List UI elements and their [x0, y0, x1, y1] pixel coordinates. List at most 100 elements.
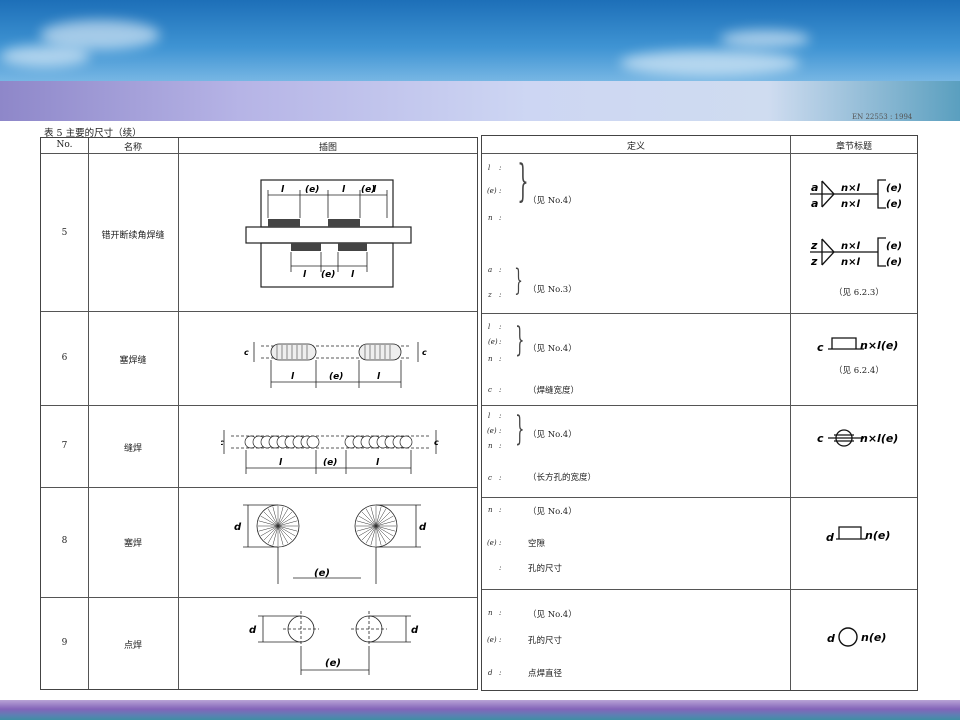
symbol-text: n×l [841, 183, 860, 194]
footer-band [0, 700, 960, 720]
def-text: （见 No.4） [528, 344, 577, 354]
figure-label: c [244, 348, 249, 357]
header-section: 章节标题 [835, 142, 872, 152]
def-text: （长方孔的宽度） [528, 473, 597, 483]
figure-label: l [376, 458, 380, 468]
row-no: 6 [61, 353, 68, 363]
plug-weld-symbol: d n(e) [826, 526, 890, 544]
header-figure: 插图 [318, 143, 337, 153]
def-text: （见 No.4） [528, 196, 577, 206]
seam-weld-figure: c c l (e) l [221, 430, 439, 474]
row-name: 塞焊缝 [119, 356, 147, 366]
figure-label: (e) [305, 185, 319, 195]
left-table: No. 名称 插图 5 错开断续角焊缝 6 塞焊缝 7 缝焊 8 塞焊 9 点焊 [40, 137, 478, 690]
header-definition: 定义 [626, 142, 645, 152]
row-name: 点焊 [123, 641, 142, 651]
figure-label: c [422, 348, 427, 357]
slot-weld-figure: c c l (e) l [244, 342, 427, 388]
def-symbol: l [488, 412, 491, 420]
symbol-text: a [811, 197, 818, 210]
figure-label: l [377, 372, 381, 382]
figure-label: (e) [314, 568, 330, 579]
def-text: 孔的尺寸 [528, 564, 563, 574]
def-symbol: l [488, 164, 491, 172]
figure-label: d [411, 625, 419, 636]
spot-weld-figure: d d (e) [249, 611, 419, 675]
figure-label: l [281, 185, 285, 195]
def-symbol: n [488, 214, 493, 222]
section-ref: （见 6.2.4） [834, 366, 884, 376]
def-text: （焊缝宽度） [528, 386, 580, 396]
row-no: 9 [61, 638, 68, 648]
symbol-prefix: c [817, 341, 824, 354]
def-text: （见 No.3） [528, 285, 577, 295]
figure-label: (e) [321, 270, 335, 280]
symbol-text: (e) [886, 183, 902, 194]
def-text: 点焊直径 [528, 669, 563, 679]
def-symbol: (e) [487, 539, 497, 547]
def-symbol: n [488, 506, 493, 514]
def-symbol: c [488, 474, 492, 482]
symbol-prefix: c [817, 432, 824, 445]
sky-banner [0, 0, 960, 86]
symbol-text: n×l [841, 199, 860, 210]
def-symbol: c [488, 386, 492, 394]
header-band [0, 81, 960, 121]
def-text: 孔的尺寸 [528, 636, 563, 646]
def-symbol: l [488, 323, 491, 331]
document-code: EN 22553 : 1994 [852, 113, 913, 121]
plug-weld-figure: d d (e) [234, 504, 427, 584]
symbol-prefix: d [826, 531, 834, 544]
symbol-text: a [811, 181, 818, 194]
figure-label: (e) [325, 658, 341, 669]
figure-label: l [373, 185, 377, 195]
symbol-text: n×l(e) [860, 339, 898, 352]
figure-label: d [234, 522, 242, 533]
row-no: 8 [61, 536, 68, 546]
def-symbol: (e) [487, 636, 497, 644]
symbol-text: n(e) [865, 529, 890, 542]
symbol-prefix: d [827, 632, 835, 645]
def-text: （见 No.4） [528, 610, 577, 620]
figure-label: l [342, 185, 346, 195]
symbol-text: z [810, 239, 818, 252]
weld-symbol-staggered-a: a a n×l n×l (e) (e) [810, 179, 902, 210]
right-table: 定义 章节标题 l : (e) : n : } （见 No.4） a : z :… [481, 135, 918, 691]
def-symbol: z [488, 291, 492, 299]
weld-symbol-staggered-z: z z n×l n×l (e) (e) [810, 237, 902, 268]
symbol-text: (e) [886, 257, 902, 268]
figure-label: l [351, 270, 355, 280]
figure-label: (e) [329, 372, 343, 382]
symbol-text: (e) [886, 241, 902, 252]
row-no: 7 [61, 441, 68, 451]
def-symbol: (e) [487, 427, 497, 435]
spot-weld-symbol: d n(e) [827, 627, 886, 647]
def-symbol: (e) [487, 187, 497, 195]
symbol-text: n(e) [861, 631, 886, 644]
row-name: 塞焊 [123, 539, 142, 549]
def-symbol: n [488, 355, 493, 363]
figure-label: c [434, 438, 439, 447]
symbol-text: n×l [841, 257, 860, 268]
symbol-text: z [810, 255, 818, 268]
staggered-fillet-weld-figure: l (e) l (e) l l (e) l [245, 179, 412, 288]
header-no: No. [56, 140, 73, 150]
figure-label: l [291, 372, 295, 382]
section-ref: （见 6.2.3） [834, 288, 884, 298]
symbol-text: n×l [841, 241, 860, 252]
symbol-text: n×l(e) [860, 432, 898, 445]
def-text: （见 No.4） [528, 430, 577, 440]
row-name: 错开断续角焊缝 [101, 231, 165, 241]
def-symbol: d [488, 669, 493, 677]
row-name: 缝焊 [123, 444, 142, 454]
def-symbol: n [488, 609, 493, 617]
figure-label: l [303, 270, 307, 280]
figure-label: (e) [323, 458, 337, 468]
header-name: 名称 [123, 143, 142, 153]
def-symbol: a [488, 266, 493, 274]
def-symbol: n [488, 442, 493, 450]
symbol-text: (e) [886, 199, 902, 210]
seam-weld-symbol: c n×l(e) [817, 429, 898, 447]
figure-label: d [419, 522, 427, 533]
slot-weld-symbol: c n×l(e) [817, 337, 898, 354]
